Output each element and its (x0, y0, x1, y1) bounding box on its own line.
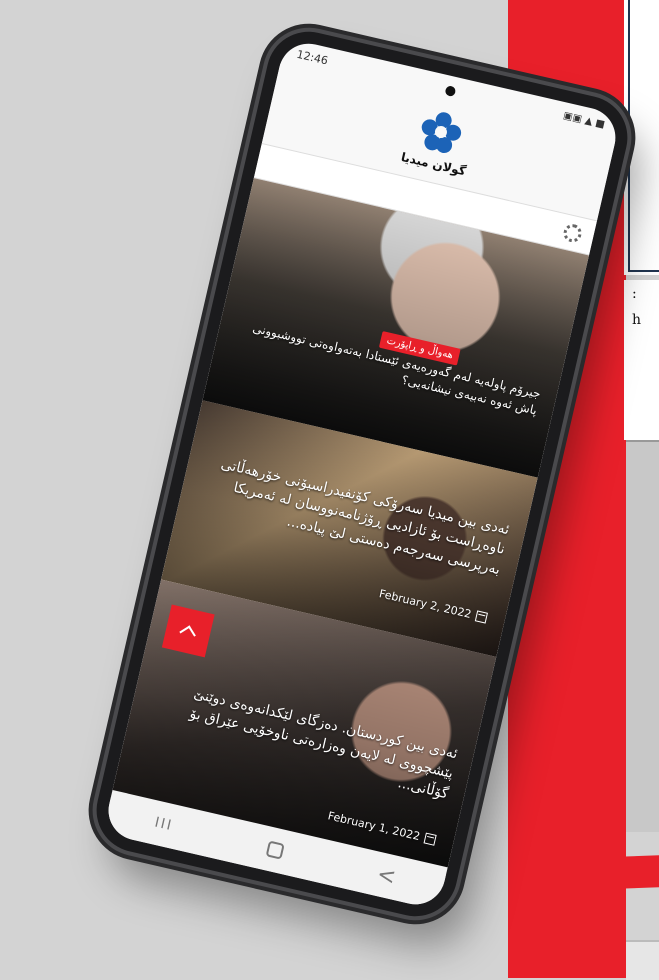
background-red-band (560, 855, 659, 891)
background-doc-line-2: h (632, 312, 642, 328)
home-button[interactable] (265, 840, 285, 860)
flower-logo-icon (417, 108, 465, 156)
site-logo-text: گولان میدیا (399, 149, 468, 179)
status-time: 12:46 (295, 47, 330, 68)
background-document-top (624, 0, 659, 275)
chevron-up-icon (179, 625, 196, 642)
gear-icon[interactable] (561, 222, 584, 244)
background-gray-panel (626, 440, 659, 832)
recent-apps-button[interactable]: III (153, 815, 175, 835)
status-right-icons: ▣▣ ▲ ■ (562, 109, 607, 131)
background-document-border (628, 0, 659, 272)
back-button[interactable]: < (375, 862, 399, 891)
background-document-lines: : h (624, 280, 659, 440)
status-icons: ▣▣ ▲ ■ (562, 110, 606, 130)
background-document-bottom (626, 940, 659, 980)
background-doc-line-1: : (632, 286, 637, 302)
